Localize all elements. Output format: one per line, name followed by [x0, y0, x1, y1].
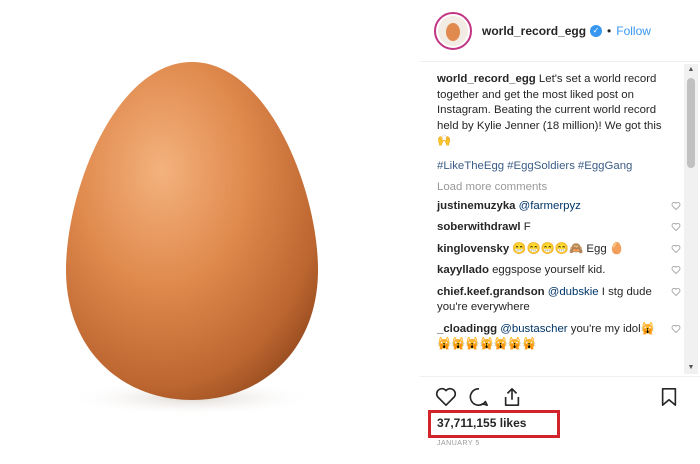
like-heart-icon[interactable]: [435, 387, 457, 407]
like-comment-heart-icon[interactable]: [671, 222, 681, 232]
comment-item: soberwithdrawl F: [437, 220, 681, 236]
like-comment-heart-icon[interactable]: [671, 244, 681, 254]
comment-item: chief.keef.grandson @dubskie I stg dude …: [437, 285, 681, 316]
comments-section: world_record_egg Let's set a world recor…: [420, 64, 686, 374]
egg-image: [66, 62, 318, 416]
comment-mention[interactable]: @dubskie: [548, 286, 599, 298]
follow-button[interactable]: Follow: [616, 24, 651, 38]
likes-count[interactable]: 37,711,155 likes: [437, 416, 526, 430]
hashtag-link[interactable]: #EggGang: [578, 160, 632, 172]
egg-avatar-icon: [438, 15, 468, 46]
like-comment-heart-icon[interactable]: [671, 287, 681, 297]
like-comment-heart-icon[interactable]: [671, 201, 681, 211]
comment-username[interactable]: chief.keef.grandson: [437, 286, 545, 298]
comment-text: eggspose yourself kid.: [492, 264, 606, 276]
comments-scrollbar[interactable]: ▲ ▼: [684, 64, 698, 374]
post-panel: world_record_egg ✓ • Follow world_record…: [420, 0, 700, 464]
caption-username[interactable]: world_record_egg: [437, 73, 536, 85]
post-photo[interactable]: [0, 0, 418, 464]
comment-item: kinglovensky 😁😁😁😁🙈 Egg 🥚: [437, 242, 681, 258]
comment-item: _cloadingg @bustascher you're my idol🙀🙀🙀…: [437, 322, 681, 353]
post-header: world_record_egg ✓ • Follow: [420, 0, 700, 62]
like-comment-heart-icon[interactable]: [671, 265, 681, 275]
hashtag-link[interactable]: #EggSoldiers: [507, 160, 575, 172]
comment-username[interactable]: kinglovensky: [437, 243, 509, 255]
comment-mention[interactable]: @bustascher: [500, 323, 567, 335]
hashtags: #LikeTheEgg #EggSoldiers #EggGang: [437, 160, 676, 172]
save-bookmark-icon[interactable]: [660, 387, 678, 407]
comment-item: kayyllado eggspose yourself kid.: [437, 263, 681, 279]
header-separator: •: [607, 23, 612, 38]
comment-bubble-icon[interactable]: [468, 387, 490, 407]
scroll-down-arrow-icon[interactable]: ▼: [684, 362, 698, 374]
comment-username[interactable]: _cloadingg: [437, 323, 497, 335]
comment-text: F: [523, 221, 531, 233]
hashtag-link[interactable]: #LikeTheEgg: [437, 160, 504, 172]
comment-username[interactable]: soberwithdrawl: [437, 221, 521, 233]
like-comment-heart-icon[interactable]: [671, 324, 681, 334]
header-username[interactable]: world_record_egg: [482, 24, 586, 38]
comment-username[interactable]: justinemuzyka: [437, 200, 516, 212]
avatar[interactable]: [434, 11, 472, 50]
comment-username[interactable]: kayyllado: [437, 264, 489, 276]
post-date[interactable]: JANUARY 5: [437, 440, 480, 447]
share-icon[interactable]: [502, 387, 522, 407]
verified-badge-icon: ✓: [590, 24, 603, 37]
comment-item: justinemuzyka @farmerpyz: [437, 199, 681, 215]
scroll-up-arrow-icon[interactable]: ▲: [684, 64, 698, 76]
post-caption: world_record_egg Let's set a world recor…: [437, 72, 669, 150]
comment-text: 😁😁😁😁🙈 Egg 🥚: [512, 242, 625, 255]
load-more-comments-button[interactable]: Load more comments: [437, 181, 676, 193]
comment-mention[interactable]: @farmerpyz: [519, 200, 581, 212]
scroll-thumb[interactable]: [687, 78, 695, 168]
